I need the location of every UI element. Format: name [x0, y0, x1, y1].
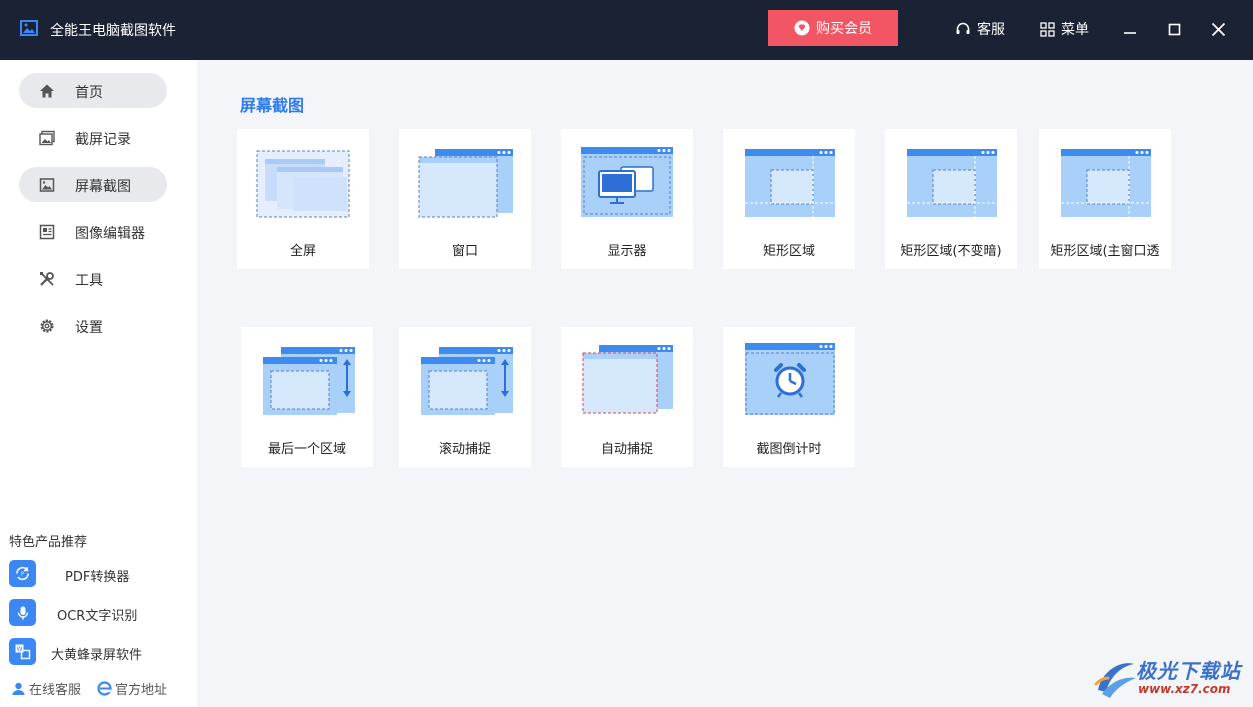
- buy-vip-label: 购买会员: [816, 21, 872, 37]
- promo-label: OCR文字识别: [57, 609, 138, 624]
- diamond-icon: [794, 20, 810, 36]
- buy-vip-button[interactable]: 购买会员: [768, 10, 898, 46]
- capture-rect-region-card[interactable]: 矩形区域: [723, 129, 855, 269]
- official-site-link[interactable]: 官方地址: [97, 679, 167, 698]
- watermark-logo-icon: [1094, 663, 1136, 698]
- picture-icon: [38, 176, 55, 193]
- grid-menu-icon: [1040, 21, 1055, 37]
- sidebar-item-label: 屏幕截图: [75, 179, 131, 195]
- card-label: 矩形区域(主窗口透: [1050, 244, 1160, 259]
- menu-button[interactable]: 菜单: [1040, 19, 1089, 39]
- app-title: 全能王电脑截图软件: [50, 23, 176, 39]
- card-label: 矩形区域(不变暗): [900, 244, 1002, 259]
- headset-icon: [956, 22, 970, 34]
- close-button[interactable]: [1205, 16, 1231, 42]
- last-region-icon: [263, 347, 355, 415]
- promo-ocr[interactable]: OCR文字识别: [9, 599, 189, 627]
- sidebar-item-image-editor[interactable]: 图像编辑器: [19, 214, 167, 249]
- card-label: 窗口: [451, 244, 478, 259]
- timer-capture-icon: [745, 343, 835, 415]
- online-service-link[interactable]: 在线客服: [11, 679, 81, 698]
- watermark-brand: 极光下载站: [1136, 659, 1241, 683]
- sidebar: 首页 截屏记录 屏幕截图 图像编辑器 工具 设置 特色产品推荐 P PDF转换器…: [0, 60, 197, 707]
- card-label: 滚动捕捉: [438, 442, 491, 457]
- card-label: 自动捕捉: [600, 442, 653, 457]
- app-logo-icon: [20, 20, 38, 36]
- promo-label: 大黄蜂录屏软件: [51, 648, 143, 663]
- promo-screen-recorder[interactable]: W 大黄蜂录屏软件: [9, 638, 189, 666]
- pdf-convert-icon: P: [9, 560, 36, 587]
- sidebar-item-label: 截屏记录: [75, 132, 131, 148]
- customer-service-label: 客服: [977, 22, 1005, 38]
- card-label: 截图倒计时: [756, 442, 822, 457]
- sidebar-item-label: 图像编辑器: [75, 226, 145, 242]
- microphone-icon: [9, 599, 36, 626]
- tools-icon: [38, 270, 55, 287]
- sidebar-item-settings[interactable]: 设置: [19, 308, 167, 343]
- capture-auto-card[interactable]: 自动捕捉: [561, 327, 693, 467]
- auto-capture-icon: [582, 345, 673, 414]
- menu-label: 菜单: [1061, 22, 1089, 38]
- close-icon: [1211, 22, 1225, 36]
- minimize-button[interactable]: [1117, 16, 1143, 42]
- capture-monitor-card[interactable]: 显示器: [561, 129, 693, 269]
- watermark: 极光下载站 www.xz7.com: [1092, 652, 1247, 704]
- capture-rect-region-nodim-card[interactable]: 矩形区域(不变暗): [885, 129, 1017, 269]
- official-site-label: 官方地址: [115, 683, 168, 698]
- promo-pdf-converter[interactable]: P PDF转换器: [9, 560, 189, 588]
- gallery-icon: [38, 129, 55, 146]
- scroll-capture-icon: [421, 347, 513, 415]
- capture-last-region-card[interactable]: 最后一个区域: [241, 327, 373, 467]
- rect-region-nodim-icon: [907, 149, 997, 217]
- minimize-icon: [1124, 32, 1136, 34]
- card-label: 显示器: [607, 244, 647, 259]
- monitor-capture-icon: [581, 147, 673, 217]
- sidebar-item-history[interactable]: 截屏记录: [19, 120, 167, 155]
- sidebar-item-label: 设置: [75, 320, 103, 336]
- rect-region-transparent-icon: [1061, 149, 1151, 217]
- maximize-icon: [1168, 23, 1180, 35]
- user-support-icon: [12, 682, 25, 695]
- title-bar: 全能王电脑截图软件 购买会员 客服 菜单: [0, 0, 1253, 60]
- svg-text:W: W: [17, 646, 23, 653]
- recorder-icon: W: [9, 638, 36, 665]
- home-icon: [38, 82, 55, 99]
- promo-section-title: 特色产品推荐: [9, 535, 88, 550]
- section-title: 屏幕截图: [240, 96, 305, 115]
- svg-text:P: P: [21, 572, 24, 578]
- capture-fullscreen-card[interactable]: 全屏: [237, 129, 369, 269]
- gear-icon: [38, 317, 55, 334]
- watermark-url: www.xz7.com: [1138, 682, 1231, 696]
- sidebar-item-label: 首页: [75, 85, 103, 101]
- customer-service-button[interactable]: 客服: [955, 19, 1005, 39]
- online-service-label: 在线客服: [29, 683, 82, 698]
- card-label: 全屏: [289, 244, 316, 259]
- sidebar-item-screenshot[interactable]: 屏幕截图: [19, 167, 167, 202]
- maximize-button[interactable]: [1161, 16, 1187, 42]
- fullscreen-capture-icon: [256, 150, 350, 218]
- card-label: 矩形区域: [762, 244, 815, 259]
- promo-label: PDF转换器: [65, 570, 130, 585]
- editor-icon: [38, 223, 55, 240]
- capture-timer-card[interactable]: 截图倒计时: [723, 327, 855, 467]
- sidebar-item-tools[interactable]: 工具: [19, 261, 167, 296]
- browser-e-icon: [97, 681, 112, 696]
- capture-window-card[interactable]: 窗口: [399, 129, 531, 269]
- rect-region-icon: [745, 149, 835, 217]
- capture-scroll-card[interactable]: 滚动捕捉: [399, 327, 531, 467]
- sidebar-item-home[interactable]: 首页: [19, 73, 167, 108]
- sidebar-item-label: 工具: [75, 273, 103, 289]
- capture-rect-region-transparent-card[interactable]: 矩形区域(主窗口透: [1039, 129, 1171, 269]
- window-capture-icon: [418, 149, 513, 218]
- card-label: 最后一个区域: [267, 442, 346, 457]
